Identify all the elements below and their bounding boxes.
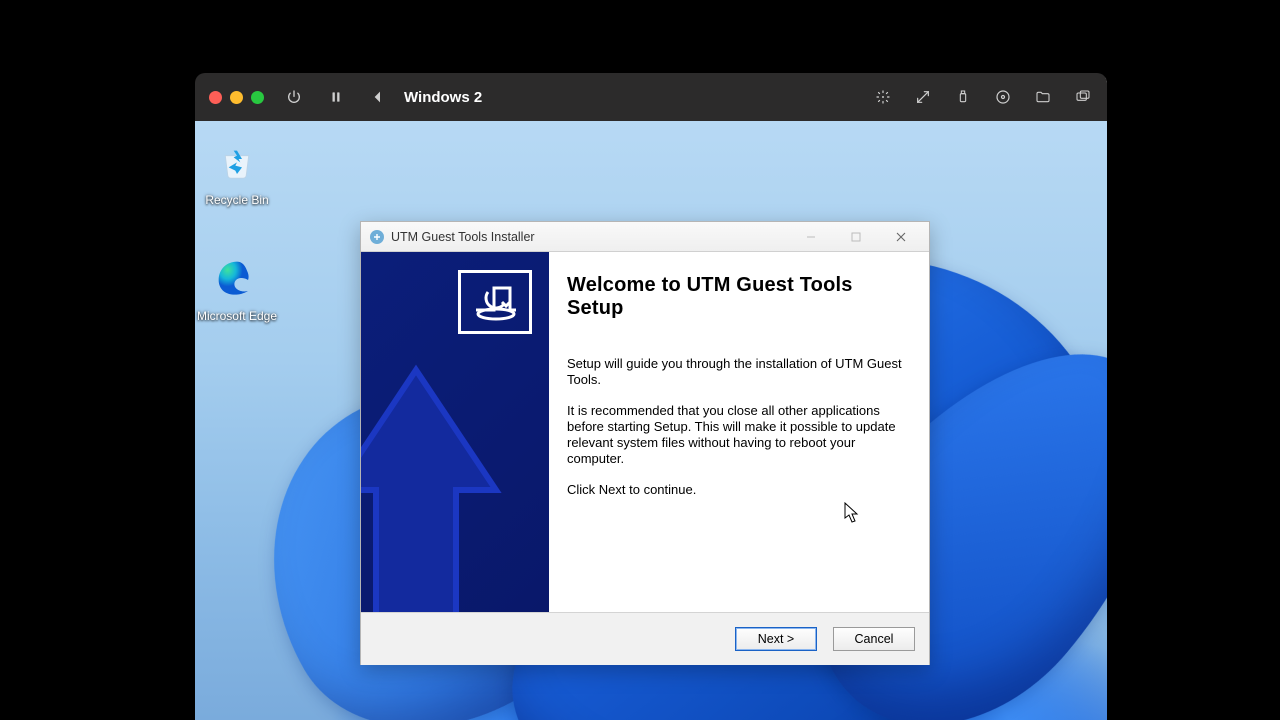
installer-titlebar[interactable]: UTM Guest Tools Installer [361, 222, 929, 252]
pause-icon[interactable] [326, 87, 346, 107]
next-button[interactable]: Next > [735, 627, 817, 651]
installer-paragraph: Setup will guide you through the install… [567, 356, 909, 389]
installer-side-arrow [361, 330, 549, 612]
edge-icon [214, 257, 260, 303]
guest-desktop[interactable]: Recycle Bin Microsoft Edge UTM Guest Too… [195, 121, 1107, 720]
folder-icon[interactable] [1033, 87, 1053, 107]
disc-icon[interactable] [993, 87, 1013, 107]
installer-content: Welcome to UTM Guest Tools Setup Setup w… [549, 252, 929, 612]
desktop-icon-recycle-bin[interactable]: Recycle Bin [195, 141, 279, 207]
windows-icon[interactable] [1073, 87, 1093, 107]
installer-paragraph: Click Next to continue. [567, 482, 909, 498]
brightness-icon[interactable] [873, 87, 893, 107]
installer-window: UTM Guest Tools Installer [360, 221, 930, 665]
usb-icon[interactable] [953, 87, 973, 107]
desktop-icon-edge[interactable]: Microsoft Edge [195, 257, 279, 323]
host-titlebar: Windows 2 [195, 73, 1107, 121]
window-maximize-button [833, 222, 878, 252]
recycle-bin-icon [214, 141, 260, 187]
installer-paragraph: It is recommended that you close all oth… [567, 403, 909, 468]
minimize-window-button[interactable] [230, 91, 243, 104]
maximize-window-button[interactable] [251, 91, 264, 104]
installer-side-image [361, 252, 549, 612]
installer-app-icon [369, 229, 385, 245]
installer-emblem [458, 270, 532, 334]
desktop-icon-label: Recycle Bin [195, 193, 279, 207]
host-window-title: Windows 2 [404, 89, 482, 106]
close-window-button[interactable] [209, 91, 222, 104]
desktop-icon-label: Microsoft Edge [195, 309, 279, 323]
installer-footer: Next > Cancel [361, 612, 929, 665]
window-minimize-button[interactable] [788, 222, 833, 252]
vm-viewer-window: Des Windows 2 [195, 73, 1107, 720]
traffic-lights [209, 91, 264, 104]
installer-title: UTM Guest Tools Installer [391, 230, 535, 244]
cancel-button[interactable]: Cancel [833, 627, 915, 651]
resize-icon[interactable] [913, 87, 933, 107]
back-icon[interactable] [368, 87, 388, 107]
installer-body: Welcome to UTM Guest Tools Setup Setup w… [361, 252, 929, 612]
installer-heading: Welcome to UTM Guest Tools Setup [567, 274, 909, 320]
host-toolbar-right [873, 87, 1093, 107]
window-close-button[interactable] [878, 222, 923, 252]
power-icon[interactable] [284, 87, 304, 107]
